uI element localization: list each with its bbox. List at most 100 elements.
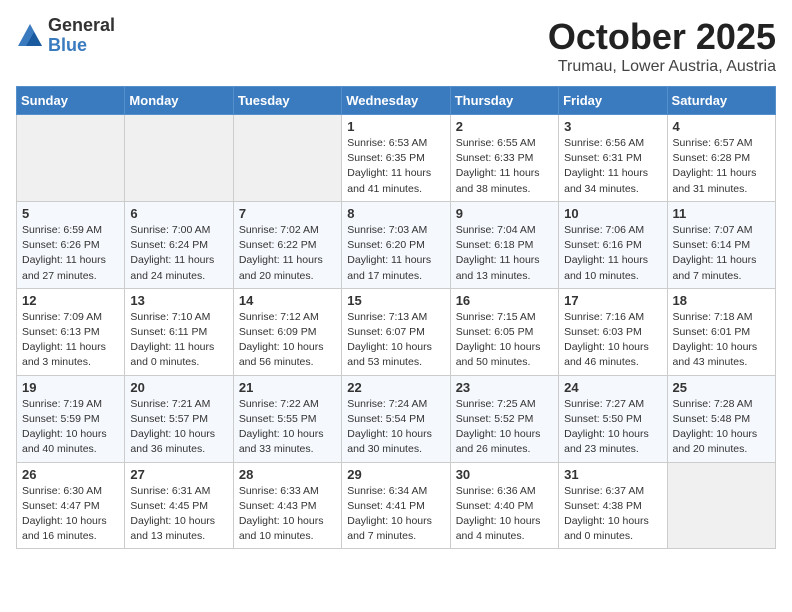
calendar-cell: 6Sunrise: 7:00 AM Sunset: 6:24 PM Daylig… (125, 201, 233, 288)
calendar-cell: 20Sunrise: 7:21 AM Sunset: 5:57 PM Dayli… (125, 375, 233, 462)
calendar-week-row: 1Sunrise: 6:53 AM Sunset: 6:35 PM Daylig… (17, 115, 776, 202)
calendar-cell: 14 Sunrise: 7:12 AM Sunset: 6:09 PM Dayli… (233, 288, 341, 375)
day-number: 30 (456, 467, 553, 482)
calendar-week-row: 19 Sunrise: 7:19 AM Sunset: 5:59 PM Dayli… (17, 375, 776, 462)
day-number: 14 (239, 293, 336, 308)
day-info: Sunrise: 7:24 AM Sunset: 5:54 PM Dayligh… (347, 397, 444, 458)
day-info: Sunrise: 6:55 AM Sunset: 6:33 PM Dayligh… (456, 136, 553, 197)
calendar-cell: 17Sunrise: 7:16 AM Sunset: 6:03 PM Dayli… (559, 288, 667, 375)
calendar-cell: 22 Sunrise: 7:24 AM Sunset: 5:54 PM Dayli… (342, 375, 450, 462)
calendar-table: SundayMondayTuesdayWednesdayThursdayFrid… (16, 86, 776, 549)
calendar-cell: 25 Sunrise: 7:28 AM Sunset: 5:48 PM Dayli… (667, 375, 775, 462)
day-info: Sunrise: 7:25 AM Sunset: 5:52 PM Dayligh… (456, 397, 553, 458)
day-number: 8 (347, 206, 444, 221)
day-info: Sunrise: 7:27 AM Sunset: 5:50 PM Dayligh… (564, 397, 661, 458)
calendar-cell: 1Sunrise: 6:53 AM Sunset: 6:35 PM Daylig… (342, 115, 450, 202)
day-number: 29 (347, 467, 444, 482)
day-number: 4 (673, 119, 770, 134)
day-info: Sunrise: 7:03 AM Sunset: 6:20 PM Dayligh… (347, 223, 444, 284)
day-info: Sunrise: 6:57 AM Sunset: 6:28 PM Dayligh… (673, 136, 770, 197)
logo-blue-text: Blue (48, 36, 115, 56)
day-number: 16 (456, 293, 553, 308)
day-info: Sunrise: 7:04 AM Sunset: 6:18 PM Dayligh… (456, 223, 553, 284)
weekday-header-thursday: Thursday (450, 87, 558, 115)
calendar-cell: 11Sunrise: 7:07 AM Sunset: 6:14 PM Dayli… (667, 201, 775, 288)
day-info: Sunrise: 7:21 AM Sunset: 5:57 PM Dayligh… (130, 397, 227, 458)
day-info: Sunrise: 7:00 AM Sunset: 6:24 PM Dayligh… (130, 223, 227, 284)
day-info: Sunrise: 7:09 AM Sunset: 6:13 PM Dayligh… (22, 310, 119, 371)
day-info: Sunrise: 7:06 AM Sunset: 6:16 PM Dayligh… (564, 223, 661, 284)
calendar-cell (17, 115, 125, 202)
logo-general-text: General (48, 16, 115, 36)
calendar-cell: 29 Sunrise: 6:34 AM Sunset: 4:41 PM Dayli… (342, 462, 450, 549)
calendar-week-row: 5 Sunrise: 6:59 AM Sunset: 6:26 PM Daylig… (17, 201, 776, 288)
calendar-cell: 24 Sunrise: 7:27 AM Sunset: 5:50 PM Dayli… (559, 375, 667, 462)
day-number: 17 (564, 293, 661, 308)
calendar-cell: 21 Sunrise: 7:22 AM Sunset: 5:55 PM Dayli… (233, 375, 341, 462)
calendar-cell: 4 Sunrise: 6:57 AM Sunset: 6:28 PM Daylig… (667, 115, 775, 202)
calendar-cell: 8 Sunrise: 7:03 AM Sunset: 6:20 PM Daylig… (342, 201, 450, 288)
day-info: Sunrise: 6:33 AM Sunset: 4:43 PM Dayligh… (239, 484, 336, 545)
calendar-cell: 31 Sunrise: 6:37 AM Sunset: 4:38 PM Dayli… (559, 462, 667, 549)
day-info: Sunrise: 6:53 AM Sunset: 6:35 PM Dayligh… (347, 136, 444, 197)
calendar-cell: 13 Sunrise: 7:10 AM Sunset: 6:11 PM Dayli… (125, 288, 233, 375)
calendar-cell: 9 Sunrise: 7:04 AM Sunset: 6:18 PM Daylig… (450, 201, 558, 288)
calendar-cell: 30 Sunrise: 6:36 AM Sunset: 4:40 PM Dayli… (450, 462, 558, 549)
day-info: Sunrise: 6:59 AM Sunset: 6:26 PM Dayligh… (22, 223, 119, 284)
weekday-header-sunday: Sunday (17, 87, 125, 115)
day-info: Sunrise: 7:19 AM Sunset: 5:59 PM Dayligh… (22, 397, 119, 458)
calendar-cell: 3 Sunrise: 6:56 AM Sunset: 6:31 PM Daylig… (559, 115, 667, 202)
calendar-cell: 27 Sunrise: 6:31 AM Sunset: 4:45 PM Dayli… (125, 462, 233, 549)
day-info: Sunrise: 7:12 AM Sunset: 6:09 PM Dayligh… (239, 310, 336, 371)
day-number: 3 (564, 119, 661, 134)
day-number: 15 (347, 293, 444, 308)
day-number: 25 (673, 380, 770, 395)
calendar-cell: 26 Sunrise: 6:30 AM Sunset: 4:47 PM Dayli… (17, 462, 125, 549)
day-number: 2 (456, 119, 553, 134)
day-number: 21 (239, 380, 336, 395)
day-info: Sunrise: 7:18 AM Sunset: 6:01 PM Dayligh… (673, 310, 770, 371)
day-info: Sunrise: 6:34 AM Sunset: 4:41 PM Dayligh… (347, 484, 444, 545)
calendar-cell: 18Sunrise: 7:18 AM Sunset: 6:01 PM Dayli… (667, 288, 775, 375)
calendar-cell: 16 Sunrise: 7:15 AM Sunset: 6:05 PM Dayli… (450, 288, 558, 375)
day-info: Sunrise: 6:37 AM Sunset: 4:38 PM Dayligh… (564, 484, 661, 545)
page-header: General Blue October 2025 Trumau, Lower … (16, 16, 776, 76)
day-info: Sunrise: 7:02 AM Sunset: 6:22 PM Dayligh… (239, 223, 336, 284)
day-number: 26 (22, 467, 119, 482)
day-number: 24 (564, 380, 661, 395)
calendar-cell (233, 115, 341, 202)
day-info: Sunrise: 7:15 AM Sunset: 6:05 PM Dayligh… (456, 310, 553, 371)
calendar-cell (125, 115, 233, 202)
day-info: Sunrise: 7:10 AM Sunset: 6:11 PM Dayligh… (130, 310, 227, 371)
calendar-cell: 23Sunrise: 7:25 AM Sunset: 5:52 PM Dayli… (450, 375, 558, 462)
day-info: Sunrise: 6:30 AM Sunset: 4:47 PM Dayligh… (22, 484, 119, 545)
weekday-header-tuesday: Tuesday (233, 87, 341, 115)
day-number: 28 (239, 467, 336, 482)
day-info: Sunrise: 7:28 AM Sunset: 5:48 PM Dayligh… (673, 397, 770, 458)
day-number: 19 (22, 380, 119, 395)
calendar-cell: 5 Sunrise: 6:59 AM Sunset: 6:26 PM Daylig… (17, 201, 125, 288)
day-number: 13 (130, 293, 227, 308)
calendar-week-row: 26 Sunrise: 6:30 AM Sunset: 4:47 PM Dayli… (17, 462, 776, 549)
calendar-cell: 12Sunrise: 7:09 AM Sunset: 6:13 PM Dayli… (17, 288, 125, 375)
weekday-header-wednesday: Wednesday (342, 87, 450, 115)
day-info: Sunrise: 6:31 AM Sunset: 4:45 PM Dayligh… (130, 484, 227, 545)
day-info: Sunrise: 7:22 AM Sunset: 5:55 PM Dayligh… (239, 397, 336, 458)
day-number: 31 (564, 467, 661, 482)
calendar-cell: 10 Sunrise: 7:06 AM Sunset: 6:16 PM Dayli… (559, 201, 667, 288)
calendar-cell: 7Sunrise: 7:02 AM Sunset: 6:22 PM Daylig… (233, 201, 341, 288)
day-number: 10 (564, 206, 661, 221)
location-title: Trumau, Lower Austria, Austria (548, 58, 776, 76)
weekday-header-row: SundayMondayTuesdayWednesdayThursdayFrid… (17, 87, 776, 115)
day-number: 5 (22, 206, 119, 221)
day-info: Sunrise: 6:56 AM Sunset: 6:31 PM Dayligh… (564, 136, 661, 197)
calendar-cell: 28 Sunrise: 6:33 AM Sunset: 4:43 PM Dayli… (233, 462, 341, 549)
calendar-cell (667, 462, 775, 549)
day-number: 27 (130, 467, 227, 482)
month-title: October 2025 (548, 16, 776, 58)
day-number: 22 (347, 380, 444, 395)
logo: General Blue (16, 16, 115, 56)
day-number: 9 (456, 206, 553, 221)
calendar-cell: 2 Sunrise: 6:55 AM Sunset: 6:33 PM Daylig… (450, 115, 558, 202)
day-info: Sunrise: 6:36 AM Sunset: 4:40 PM Dayligh… (456, 484, 553, 545)
